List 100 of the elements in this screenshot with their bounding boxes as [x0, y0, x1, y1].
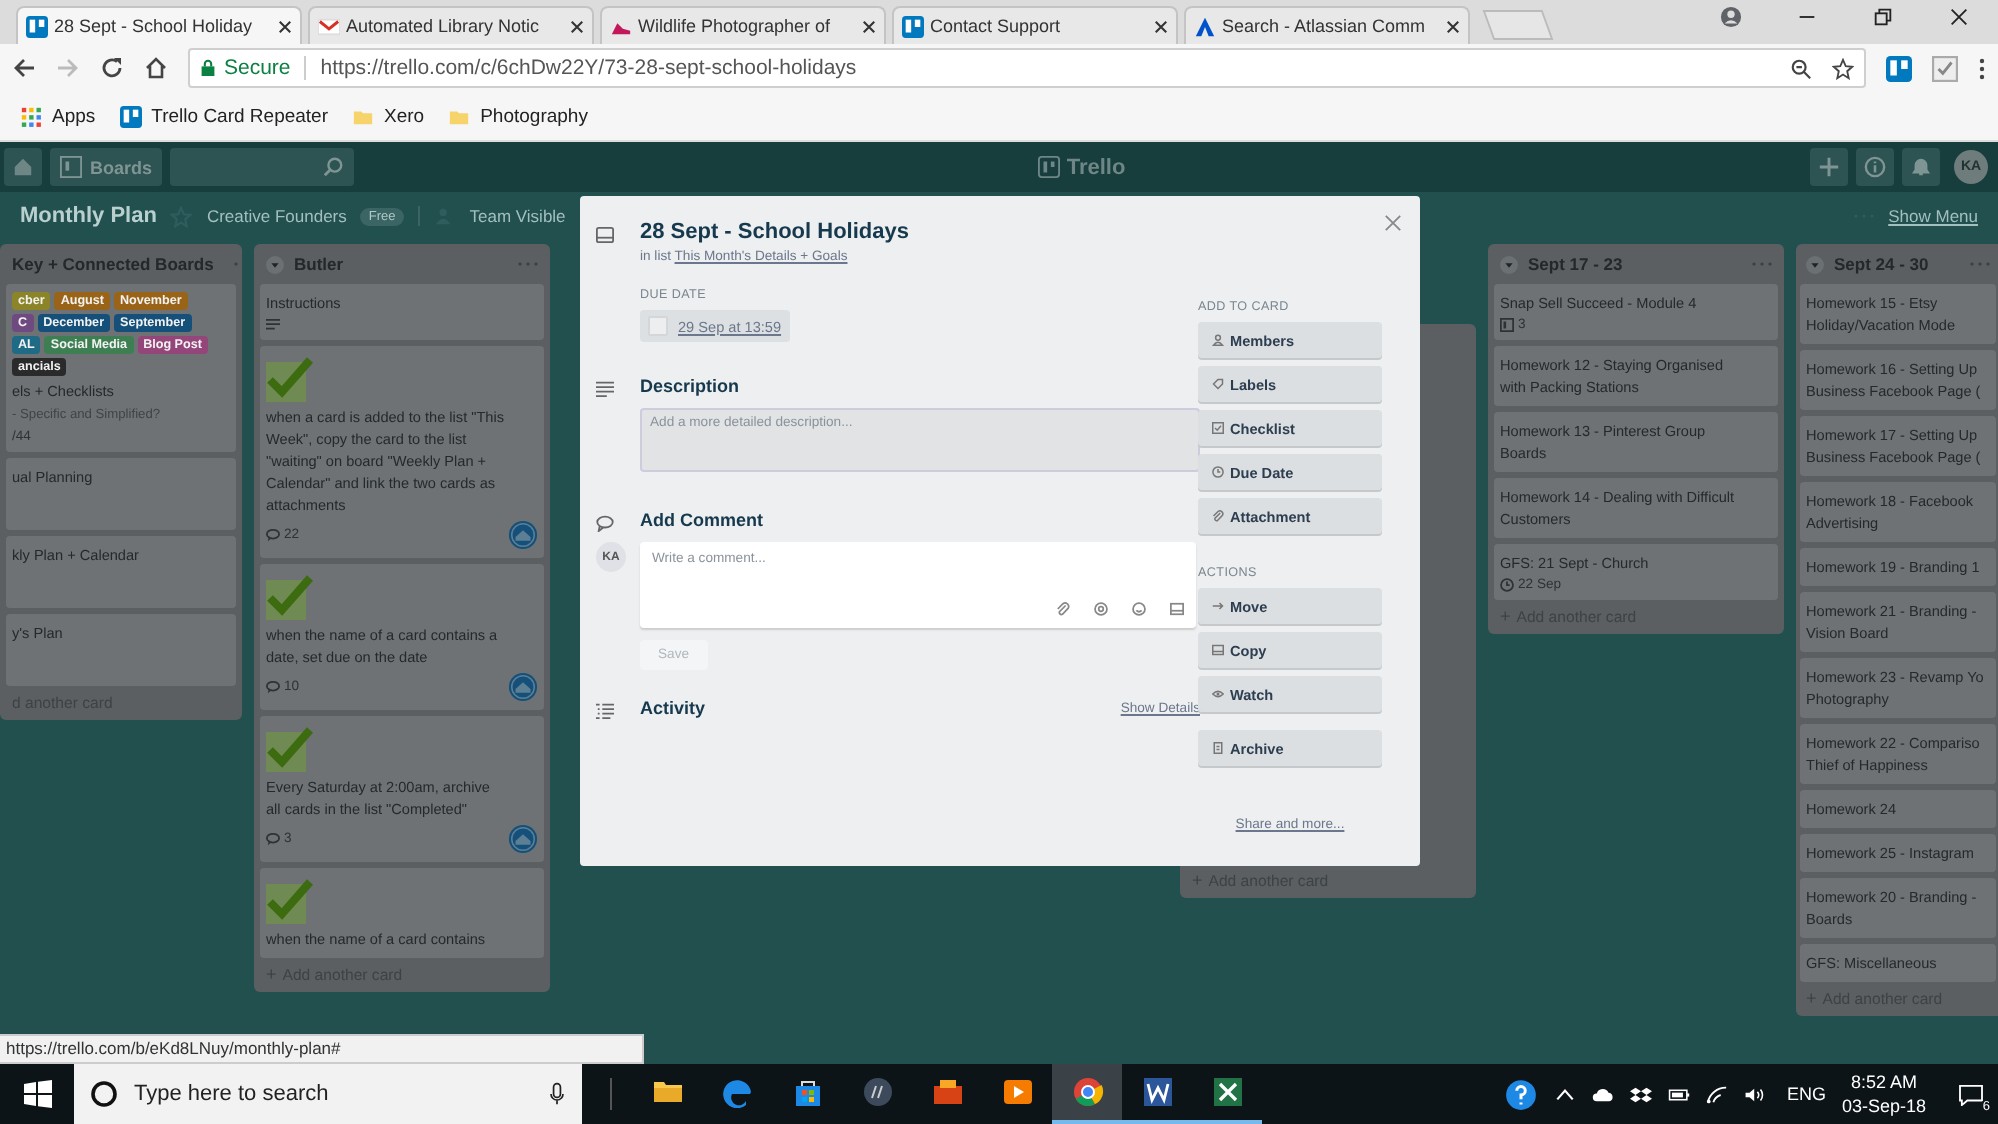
menu-icon[interactable]: [1978, 55, 1986, 81]
close-icon[interactable]: [1154, 19, 1168, 33]
boards-button[interactable]: Boards: [50, 148, 163, 186]
wifi-icon[interactable]: [1706, 1083, 1729, 1105]
bookmark[interactable]: Xero: [352, 105, 425, 127]
caret-up-icon[interactable]: [1554, 1083, 1577, 1105]
address-bar[interactable]: Secure https://trello.com/c/6chDw22Y/73-28-sept-school-holidays: [188, 48, 1866, 88]
card-icon: [596, 226, 614, 244]
checkmark-icon: [266, 876, 314, 924]
at-sign-icon[interactable]: [1094, 602, 1108, 616]
reload-icon[interactable]: [100, 56, 124, 80]
browser-tab[interactable]: Wildlife Photographer of: [600, 6, 886, 44]
board-title: Monthly Plan: [20, 204, 157, 228]
envelope-icon: [318, 15, 340, 37]
collapse-icon[interactable]: [1500, 255, 1518, 273]
tab-title: 28 Sept - School Holiday: [54, 16, 255, 36]
circle-icon: [90, 1080, 118, 1108]
search-field[interactable]: [170, 148, 355, 186]
browser-tab[interactable]: 28 Sept - School Holiday: [16, 6, 302, 44]
profile-icon[interactable]: [1720, 5, 1742, 27]
board-icon: [902, 15, 924, 37]
visibility-button[interactable]: Team Visible: [469, 206, 566, 226]
plus-icon: [1818, 156, 1841, 178]
board-icon[interactable]: [1886, 55, 1912, 81]
add-button[interactable]: [1810, 148, 1849, 186]
bell-icon: [1910, 156, 1933, 178]
collapse-icon[interactable]: [1806, 255, 1824, 273]
complete-checkbox[interactable]: [648, 316, 668, 336]
volume-icon[interactable]: [1744, 1083, 1767, 1105]
card-icon: [1212, 644, 1224, 656]
browser-tab[interactable]: Automated Library Notic: [308, 6, 594, 44]
url-text: https://trello.com/c/6chDw22Y/73-28-sept-school-holidays: [320, 56, 857, 80]
collapse-icon[interactable]: [266, 255, 284, 273]
clock[interactable]: 8:52 AM 03-Sep-18: [1841, 1070, 1926, 1118]
search-field[interactable]: Type here to search: [74, 1064, 582, 1124]
shopping-bag-icon: [791, 1076, 823, 1108]
checklist-icon: [1212, 422, 1224, 434]
board-icon: [26, 15, 48, 37]
microphone-icon[interactable]: [548, 1082, 566, 1106]
comment-icon: [266, 832, 280, 846]
bookmark[interactable]: Trello Card Repeater: [119, 105, 329, 127]
bookmark[interactable]: Photography: [448, 105, 588, 127]
clock-icon: [1212, 466, 1224, 478]
comment-icon: [266, 680, 280, 694]
info-button[interactable]: [1856, 148, 1895, 186]
bookmark[interactable]: Apps: [20, 105, 96, 127]
notifications-button[interactable]: [1902, 148, 1941, 186]
checkbox-icon[interactable]: [1932, 55, 1958, 81]
close-icon[interactable]: [1446, 19, 1460, 33]
browser-tab[interactable]: Contact Support: [892, 6, 1178, 44]
restore-icon[interactable]: [1872, 5, 1894, 27]
tab-title: Automated Library Notic: [346, 16, 542, 36]
back-arrow-icon[interactable]: [12, 56, 36, 80]
eye-icon: [1212, 688, 1224, 700]
windows-logo-icon[interactable]: [24, 1080, 52, 1108]
app-logo[interactable]: Trello: [1038, 155, 1126, 179]
card-icon[interactable]: [1170, 602, 1184, 616]
close-icon[interactable]: [570, 19, 584, 33]
zoom-icon[interactable]: [1790, 57, 1812, 79]
cloud-icon[interactable]: [1592, 1083, 1615, 1105]
section-heading: Activity: [640, 698, 706, 718]
list-title: Sept 24 - 30: [1834, 254, 1929, 274]
lock-icon: [200, 58, 216, 78]
circle-logo-icon: [861, 1076, 893, 1108]
team-link[interactable]: Creative Founders: [206, 206, 347, 226]
checkmark-icon: [266, 572, 314, 620]
message-icon: [1957, 1083, 1983, 1105]
show-menu-link[interactable]: Show Menu: [1888, 206, 1978, 226]
activity-icon: [596, 702, 614, 720]
grid-icon: [20, 105, 42, 127]
spreadsheet-icon: [1211, 1076, 1243, 1108]
list-title: Sept 17 - 23: [1528, 254, 1623, 274]
document-icon: [1141, 1076, 1173, 1108]
description-icon: [596, 380, 614, 398]
home-icon[interactable]: [144, 56, 168, 80]
triangle-logo-icon: [1194, 15, 1216, 37]
description-icon: [266, 318, 280, 332]
comment-icon: [596, 514, 614, 532]
close-icon[interactable]: [278, 19, 292, 33]
board-icon: [1500, 318, 1514, 332]
tag-icon: [1212, 378, 1224, 390]
close-icon[interactable]: [1948, 5, 1970, 27]
browser-tab[interactable]: Search - Atlassian Comm: [1184, 6, 1470, 44]
section-heading: Add Comment: [640, 510, 765, 530]
emoji-icon[interactable]: [1132, 602, 1146, 616]
help-icon[interactable]: [1504, 1077, 1539, 1111]
language-indicator[interactable]: ENG: [1786, 1084, 1826, 1104]
search-icon: [322, 156, 345, 178]
tab-title: Search - Atlassian Comm: [1222, 16, 1428, 36]
house-icon: [12, 156, 34, 178]
info-icon: [1864, 156, 1887, 178]
folder-icon: [651, 1076, 683, 1108]
star-icon[interactable]: [1832, 57, 1854, 79]
secure-label: Secure: [224, 56, 291, 80]
arrow-icon: [1212, 600, 1224, 612]
close-icon[interactable]: [862, 19, 876, 33]
board-icon: [60, 156, 82, 178]
paperclip-icon: [1212, 510, 1224, 522]
paperclip-icon[interactable]: [1056, 602, 1070, 616]
box-icon[interactable]: [1630, 1083, 1653, 1105]
